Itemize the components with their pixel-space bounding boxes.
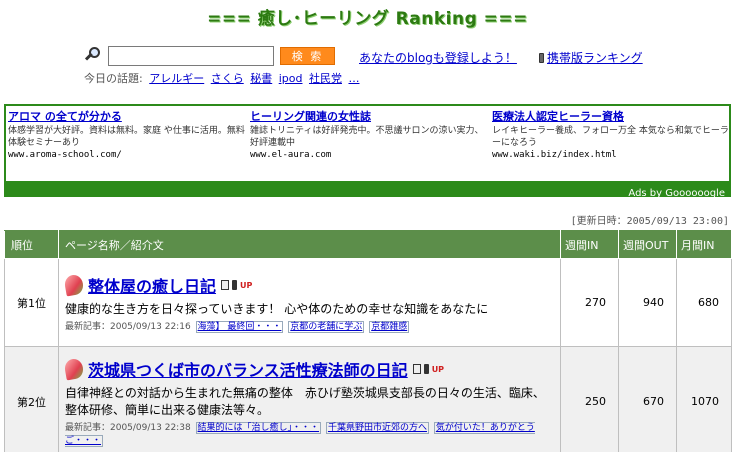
ad-item: 医療法人認定ヒーラー資格 レイキヒーラー養成、フォロー万全 本気なら和氣でヒーラ… (492, 108, 732, 160)
ad-title-link[interactable]: 医療法人認定ヒーラー資格 (492, 108, 732, 124)
mobile-phone-icon[interactable] (232, 280, 238, 290)
recent-post-link[interactable]: 結果的には「治し癒し」・・・ (195, 422, 322, 434)
entry-description: 自律神経との対話から生まれた無痛の整体 赤ひげ塾茨城県支部長の日々の生活、臨床、… (65, 386, 545, 417)
ad-title-link[interactable]: ヒーリング関連の女性誌 (250, 108, 490, 124)
ad-url: www.aroma-school.com/ (8, 150, 122, 160)
recent-label: 最新記事：2005/09/13 22:16 (65, 322, 191, 332)
entry-cell: 整体屋の癒し日記 UP 健康的な生き方を日々探っていきます！ 心や体のための幸せ… (58, 258, 561, 347)
week-out-cell: 940 (618, 258, 677, 347)
leaf-icon (63, 357, 85, 381)
recent-post-link[interactable]: 千葉県野田市近郊の方へ (325, 422, 429, 434)
ad-description: 雑誌トリニティは好評発売中。不思議サロンの涼い実力、好評連載中 (250, 126, 484, 148)
topic-link[interactable]: 秘書 (250, 72, 272, 85)
ads-by-link[interactable]: Ads by Goooooogle (628, 188, 725, 199)
todays-topics: 今日の話題: アレルギー さくら 秘書 ipod 社民党 … (84, 70, 359, 86)
recent-post-link[interactable]: 京都雑感 (369, 321, 410, 333)
ad-item: ヒーリング関連の女性誌 雑誌トリニティは好評発売中。不思議サロンの涼い実力、好評… (250, 108, 490, 160)
mobile-ranking-link-wrap: 携帯版ランキング (539, 49, 643, 66)
ranking-table: 順位 ページ名称／紹介文 週間IN 週間OUT 月間IN 第1位 整体屋の癒し日… (4, 230, 732, 452)
up-badge: UP (240, 280, 253, 290)
week-in-cell: 250 (560, 346, 619, 452)
ad-footer: Ads by Goooooogle (6, 181, 729, 199)
col-header-page: ページ名称／紹介文 (58, 230, 561, 259)
ad-description: レイキヒーラー養成、フォロー万全 本気なら和氣でヒーラーになろう (492, 126, 729, 148)
topics-label: 今日の話題: (84, 72, 143, 85)
month-in-cell: 1070 (676, 346, 732, 452)
entry-cell: 茨城県つくば市のバランス活性療法師の日記 UP 自律神経との対話から生まれた無痛… (58, 346, 561, 452)
document-icon[interactable] (221, 280, 230, 290)
updated-timestamp: [更新日時：2005/09/13 23:00] (570, 216, 729, 227)
recent-posts: 最新記事：2005/09/13 22:16 海藻】 最終回・・・ 京都の老舗に学… (65, 321, 554, 334)
recent-label: 最新記事：2005/09/13 22:38 (65, 423, 191, 433)
ad-url: www.waki.biz/index.html (492, 150, 617, 160)
document-icon[interactable] (412, 364, 421, 374)
leaf-icon (63, 273, 85, 297)
search-input[interactable] (108, 46, 274, 66)
entry-title-link[interactable]: 整体屋の癒し日記 (88, 273, 216, 297)
col-header-week-out: 週間OUT (618, 230, 677, 259)
search-icon (84, 46, 104, 66)
topic-more-link[interactable]: … (348, 72, 359, 85)
topic-link[interactable]: 社民党 (309, 72, 342, 85)
col-header-week-in: 週間IN (560, 230, 619, 259)
ad-item: アロマ の全てが分かる 体感学習が大好評。資料は無料。家庭 や仕事に活用。無料体… (8, 108, 248, 160)
search-button[interactable]: 検 索 (280, 47, 335, 65)
recent-post-link[interactable]: 京都の老舗に学ぶ (288, 321, 365, 333)
table-header-row: 順位 ページ名称／紹介文 週間IN 週間OUT 月間IN (4, 230, 732, 259)
ad-block: アロマ の全てが分かる 体感学習が大好評。資料は無料。家庭 や仕事に活用。無料体… (4, 104, 732, 199)
ad-description: 体感学習が大好評。資料は無料。家庭 や仕事に活用。無料体験セミナーあり (8, 126, 245, 148)
col-header-month-in: 月間IN (676, 230, 732, 259)
entry-description: 健康的な生き方を日々探っていきます！ 心や体のための幸せな知識をあなたに (65, 302, 489, 316)
up-badge: UP (431, 364, 445, 374)
ad-title-link[interactable]: アロマ の全てが分かる (8, 108, 248, 124)
rank-cell: 第1位 (4, 258, 59, 347)
topic-link[interactable]: さくら (211, 72, 244, 85)
topic-link[interactable]: アレルギー (149, 72, 204, 85)
page-title: === 癒し･ヒーリング Ranking === (207, 9, 528, 29)
mobile-phone-icon (539, 52, 544, 63)
col-header-rank: 順位 (4, 230, 59, 259)
rank-cell: 第2位 (4, 346, 59, 452)
recent-posts: 最新記事：2005/09/13 22:38 結果的には「治し癒し」・・・ 千葉県… (65, 422, 554, 448)
mobile-phone-icon[interactable] (423, 364, 429, 374)
register-blog-link[interactable]: あなたのblogも登録しよう！ (359, 49, 517, 66)
table-row: 第1位 整体屋の癒し日記 UP 健康的な生き方を日々探っていきます！ 心や体のた… (4, 258, 732, 347)
table-row: 第2位 茨城県つくば市のバランス活性療法師の日記 UP 自律神経との対話から生ま… (4, 346, 732, 452)
ad-url: www.el-aura.com (250, 150, 332, 160)
search-bar: 検 索 (84, 46, 335, 66)
topic-link[interactable]: ipod (279, 72, 303, 85)
month-in-cell: 680 (676, 258, 732, 347)
entry-title-link[interactable]: 茨城県つくば市のバランス活性療法師の日記 (88, 357, 408, 381)
week-in-cell: 270 (560, 258, 619, 347)
recent-post-link[interactable]: 海藻】 最終回・・・ (195, 321, 284, 333)
week-out-cell: 670 (618, 346, 677, 452)
mobile-ranking-link[interactable]: 携帯版ランキング (547, 49, 643, 66)
